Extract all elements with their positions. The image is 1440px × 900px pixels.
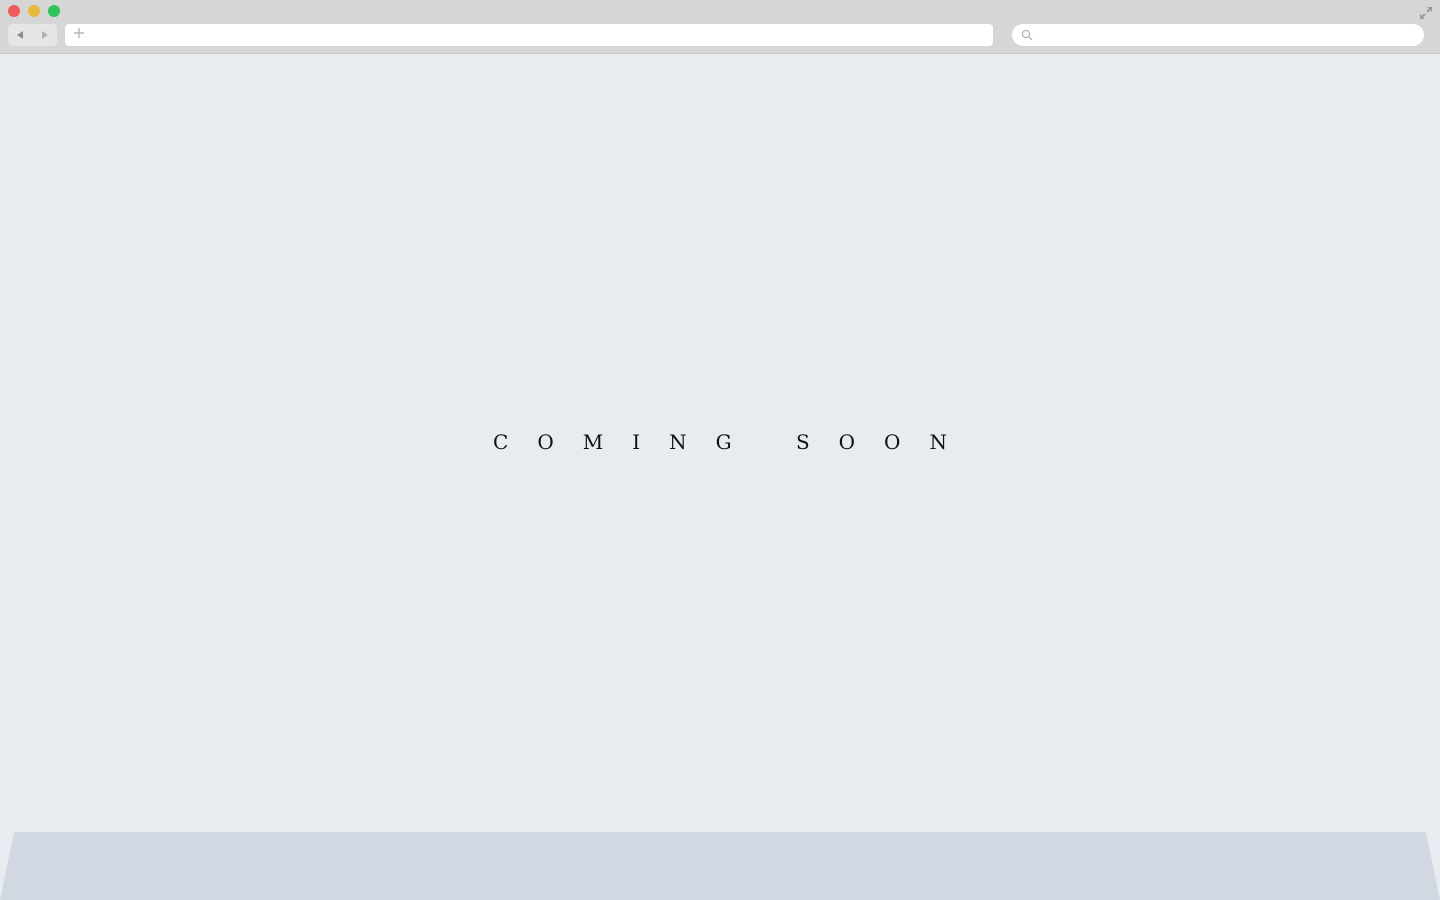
- footer-shelf: [0, 832, 1440, 900]
- new-tab-button[interactable]: [73, 26, 85, 44]
- url-input[interactable]: [91, 24, 993, 46]
- browser-toolbar: [0, 0, 1440, 54]
- maximize-window-button[interactable]: [48, 5, 60, 17]
- minimize-window-button[interactable]: [28, 5, 40, 17]
- close-window-button[interactable]: [8, 5, 20, 17]
- navigation-buttons: [8, 24, 57, 46]
- plus-icon: [74, 28, 84, 38]
- search-icon: [1021, 29, 1033, 41]
- search-bar[interactable]: [1012, 24, 1424, 46]
- back-button[interactable]: [8, 24, 33, 46]
- page-viewport: COMING SOON: [0, 54, 1440, 900]
- chevron-left-icon: [17, 31, 24, 39]
- forward-button[interactable]: [33, 24, 58, 46]
- chevron-right-icon: [41, 31, 48, 39]
- browser-window: COMING SOON: [0, 0, 1440, 900]
- address-bar[interactable]: [65, 24, 993, 46]
- search-input[interactable]: [1039, 24, 1424, 46]
- coming-soon-heading: COMING SOON: [493, 430, 976, 454]
- fullscreen-icon[interactable]: [1418, 5, 1434, 21]
